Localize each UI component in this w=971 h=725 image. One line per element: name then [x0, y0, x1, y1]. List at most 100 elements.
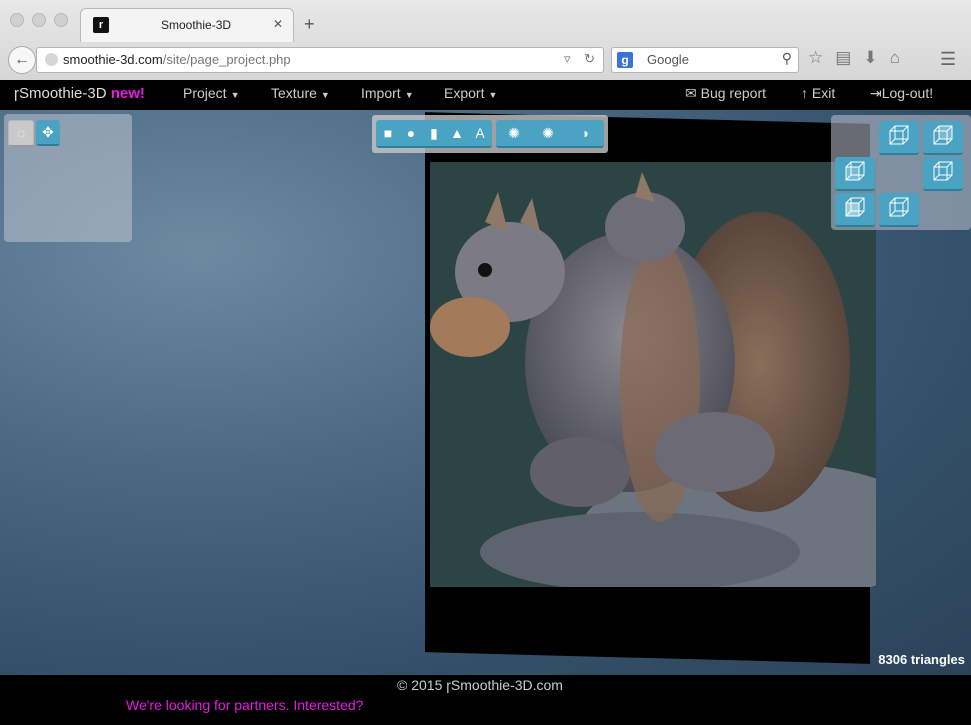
cube-icon [889, 197, 909, 217]
move-icon: ✥ [42, 124, 54, 140]
view-left-button[interactable] [835, 157, 875, 191]
view-bottom-button[interactable] [879, 193, 919, 227]
home-icon[interactable]: ⌂ [890, 48, 900, 68]
caret-down-icon: ▼ [320, 90, 330, 100]
add-cone-button[interactable]: ▲ [446, 120, 468, 146]
circle-icon: ● [406, 125, 416, 141]
globe-icon [45, 53, 58, 66]
view-right-button[interactable] [923, 157, 963, 191]
logout-link[interactable]: ⇥Log-out! [870, 85, 933, 102]
back-button[interactable]: ← [8, 46, 36, 74]
smooth-group: ✺ ✺ ◗ [496, 120, 604, 148]
search-box[interactable]: g Google ⚲ [611, 47, 799, 73]
brand-new-badge: new! [110, 85, 145, 102]
dropdown-icon[interactable]: ▿ [564, 51, 571, 66]
blur-dot-icon: ✺ [542, 125, 554, 141]
cube-icon [933, 125, 953, 145]
hamburger-menu-icon[interactable]: ☰ [940, 49, 956, 70]
partners-link[interactable]: We're looking for partners. Interested? [126, 697, 363, 713]
textured-photo [430, 162, 876, 587]
browser-chrome: r Smoothie-3D ✕ + ← smoothie-3d.com/site… [0, 0, 971, 81]
menu-project-label: Project [183, 85, 227, 101]
bug-report-link[interactable]: ✉ Bug report [685, 85, 766, 102]
app-navbar: ɼSmoothie-3D new! Project ▼ Texture ▼ Impo… [0, 80, 971, 110]
square-icon: ■ [383, 125, 393, 141]
view-top-left-button[interactable] [879, 121, 919, 155]
logout-icon: ⇥ [870, 85, 882, 101]
view-top-right-button[interactable] [923, 121, 963, 155]
brand[interactable]: ɼSmoothie-3D new! [14, 85, 145, 102]
navigation-bar: ← smoothie-3d.com/site/page_project.php … [0, 42, 971, 78]
envelope-icon: ✉ [685, 85, 701, 101]
url-text: smoothie-3d.com/site/page_project.php [63, 52, 291, 67]
caret-down-icon: ▼ [230, 90, 240, 100]
text-tool-label: A [475, 125, 485, 141]
cylinder-icon: ▮ [430, 125, 438, 141]
triangle-count: 8306 triangles [878, 652, 965, 667]
smooth-high-button[interactable]: ✺ [536, 120, 560, 146]
view-panel [831, 115, 971, 230]
menu-export[interactable]: Export ▼ [444, 85, 497, 101]
favicon-icon: r [93, 17, 109, 33]
bookmark-star-icon[interactable]: ☆ [808, 48, 823, 68]
menu-texture-label: Texture [271, 85, 317, 101]
blur-dot-icon: ✺ [508, 125, 520, 141]
squirrel-image [430, 162, 876, 587]
tab-title: Smoothie-3D [161, 18, 232, 32]
mirror-icon: ◗ [581, 125, 591, 141]
add-cube-button[interactable]: ■ [377, 120, 399, 146]
add-sphere-button[interactable]: ● [400, 120, 422, 146]
bug-report-label: Bug report [700, 85, 766, 101]
logout-label: Log-out! [881, 85, 934, 101]
move-tool-button[interactable]: ✥ [36, 120, 60, 146]
left-tool-panel: ◌ ✥ [4, 114, 132, 242]
menu-import-label: Import [361, 85, 401, 101]
reload-icon[interactable]: ↻ [584, 51, 595, 66]
search-icon[interactable]: ⚲ [782, 50, 792, 67]
browser-toolbar-icons: ☆ ▤ ⬇ ⌂ [808, 48, 900, 68]
menu-export-label: Export [444, 85, 485, 101]
zoom-window-button[interactable] [54, 13, 68, 27]
address-bar[interactable]: smoothie-3d.com/site/page_project.php ▿ … [36, 47, 604, 73]
cube-icon [889, 125, 909, 145]
url-host: smoothie-3d.com [63, 52, 163, 67]
close-window-button[interactable] [10, 13, 24, 27]
copyright: © 2015 ɼSmoothie-3D.com [397, 677, 563, 693]
add-cylinder-button[interactable]: ▮ [423, 120, 445, 146]
footer-site[interactable]: Smoothie-3D.com [451, 677, 563, 693]
caret-down-icon: ▼ [488, 90, 498, 100]
view-bottom-left-button[interactable] [835, 193, 875, 227]
menu-project[interactable]: Project ▼ [183, 85, 240, 101]
shape-toolbar: ■ ● ▮ ▲ A ✺ ✺ ◗ [372, 115, 608, 153]
rotate-tool-button[interactable]: ◌ [8, 120, 34, 147]
exit-link[interactable]: ↑ Exit [801, 85, 835, 101]
cube-icon [933, 161, 953, 181]
copyright-year: © 2015 [397, 677, 443, 693]
browser-tab[interactable]: r Smoothie-3D ✕ [80, 8, 294, 42]
search-input[interactable]: Google [647, 52, 689, 67]
3d-viewport[interactable]: ◌ ✥ ■ ● ▮ ▲ A ✺ ✺ ◗ 8306 triangles [0, 110, 971, 675]
arrow-up-icon: ↑ [801, 85, 812, 101]
footer: © 2015 ɼSmoothie-3D.com We're looking fo… [0, 675, 971, 725]
primitive-group: ■ ● ▮ ▲ A [376, 120, 492, 148]
cube-icon [845, 161, 865, 181]
smooth-low-button[interactable]: ✺ [502, 120, 526, 146]
tab-close-icon[interactable]: ✕ [273, 17, 283, 31]
triangle-icon: ▲ [450, 125, 464, 141]
url-actions: ▿ ↻ [564, 51, 595, 67]
window-controls [10, 13, 68, 27]
url-path: /site/page_project.php [162, 52, 291, 67]
mirror-button[interactable]: ◗ [574, 120, 598, 146]
caret-down-icon: ▼ [404, 90, 414, 100]
reading-list-icon[interactable]: ▤ [835, 48, 851, 68]
rotate-icon: ◌ [16, 125, 26, 141]
minimize-window-button[interactable] [32, 13, 46, 27]
google-icon[interactable]: g [617, 52, 633, 68]
exit-label: Exit [811, 85, 836, 101]
cube-icon [845, 197, 865, 217]
download-icon[interactable]: ⬇ [863, 48, 877, 68]
new-tab-button[interactable]: + [304, 14, 315, 35]
menu-import[interactable]: Import ▼ [361, 85, 414, 101]
menu-texture[interactable]: Texture ▼ [271, 85, 330, 101]
add-text-button[interactable]: A [469, 120, 491, 146]
